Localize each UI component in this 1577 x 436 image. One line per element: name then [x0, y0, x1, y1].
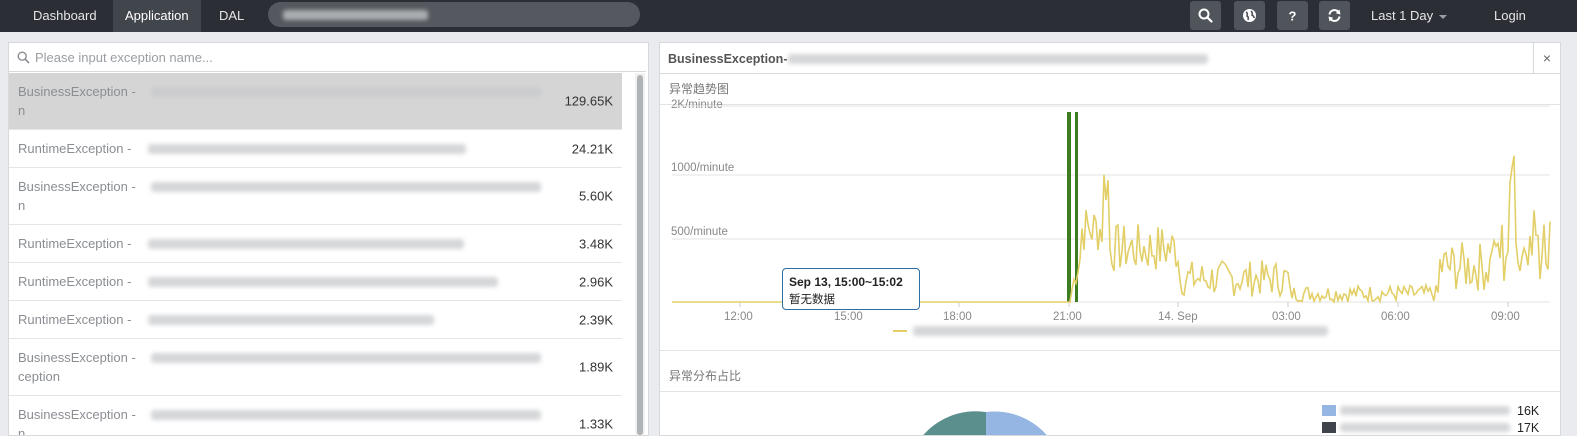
question-icon: ? — [1289, 9, 1297, 24]
time-range-label: Last 1 Day — [1371, 8, 1434, 23]
top-navbar: Dashboard Application DAL ? Last 1 Day L… — [0, 0, 1577, 32]
x-tick-label: 14. Sep — [1158, 311, 1198, 323]
search-icon — [17, 51, 30, 64]
exception-list: BusinessException - n 129.65K RuntimeExc… — [9, 73, 622, 436]
list-item[interactable]: BusinessException - ception 1.89K — [9, 339, 622, 396]
distribution-title: 异常分布占比 — [669, 369, 742, 383]
pie-slice — [986, 411, 1047, 435]
refresh-button[interactable] — [1319, 1, 1350, 30]
legend-value: 17K — [1517, 421, 1540, 435]
legend-value: 16K — [1517, 404, 1540, 418]
nav-dashboard[interactable]: Dashboard — [21, 0, 109, 32]
tooltip-time: Sep 13, 15:00~15:02 — [789, 275, 903, 289]
search-button[interactable] — [1190, 1, 1221, 30]
refresh-icon — [1328, 9, 1341, 22]
search-icon — [1198, 8, 1213, 23]
exception-count: 2.96K — [579, 274, 613, 289]
svg-text:?: ? — [1289, 9, 1297, 24]
tooltip-text: 暂无数据 — [789, 294, 835, 306]
pie-slice — [923, 411, 986, 435]
exception-name: RuntimeException - — [18, 141, 132, 156]
list-item[interactable]: RuntimeException - 3.48K — [9, 225, 622, 263]
x-tick-label: 09:00 — [1491, 311, 1520, 323]
list-item[interactable]: RuntimeException - 2.96K — [9, 263, 622, 301]
exception-name: RuntimeException - — [18, 236, 132, 251]
detail-header: BusinessException- × — [660, 43, 1560, 74]
help-button[interactable]: ? — [1277, 1, 1308, 30]
x-tick-label: 21:00 — [1053, 311, 1082, 323]
globe-button[interactable] — [1234, 1, 1265, 30]
trend-section: 异常趋势图 2K/minute 1000/minute 500/minute 1… — [660, 74, 1560, 351]
legend-swatch — [1322, 405, 1336, 416]
x-tick-label: 18:00 — [943, 311, 972, 323]
login-link[interactable]: Login — [1494, 0, 1526, 32]
exception-name-wrap: n — [18, 198, 26, 213]
list-item[interactable]: BusinessException - n 5.60K — [9, 168, 622, 225]
event-marker — [1067, 112, 1071, 302]
exception-name-wrap: ception — [18, 369, 60, 384]
x-tick-label: 03:00 — [1272, 311, 1301, 323]
exception-search — [9, 43, 646, 72]
chart-tooltip: Sep 13, 15:00~15:02 暂无数据 — [782, 268, 920, 310]
nav-application[interactable]: Application — [113, 0, 201, 32]
exception-count: 3.48K — [579, 236, 613, 251]
exception-name: BusinessException - — [18, 84, 136, 99]
legend-line-icon — [893, 330, 907, 332]
globe-icon — [1243, 9, 1256, 22]
exception-count: 1.89K — [579, 359, 613, 375]
caret-down-icon — [1439, 14, 1448, 19]
exception-count: 129.65K — [564, 93, 613, 109]
exception-list-panel: BusinessException - n 129.65K RuntimeExc… — [8, 42, 649, 436]
list-item[interactable]: BusinessException - n 1.33K — [9, 396, 622, 436]
exception-count: 1.33K — [579, 416, 613, 432]
close-button[interactable]: × — [1533, 43, 1560, 73]
exception-count: 2.39K — [579, 312, 613, 327]
exception-name: BusinessException - — [18, 350, 136, 365]
pie-chart — [923, 411, 1047, 435]
exception-search-input[interactable] — [35, 47, 635, 67]
nav-dal[interactable]: DAL — [207, 0, 256, 32]
list-item[interactable]: RuntimeException - 2.39K — [9, 301, 622, 339]
exception-name: RuntimeException - — [18, 312, 132, 327]
exception-name: BusinessException - — [18, 407, 136, 422]
x-tick-label: 12:00 — [724, 311, 753, 323]
list-item[interactable]: BusinessException - n 129.65K — [9, 73, 622, 130]
top-search-input[interactable] — [268, 2, 640, 27]
scrollbar-thumb[interactable] — [637, 75, 643, 435]
exception-count: 24.21K — [571, 141, 613, 156]
exception-name: BusinessException - — [18, 179, 136, 194]
exception-name: RuntimeException - — [18, 274, 132, 289]
time-range-dropdown[interactable]: Last 1 Day — [1371, 0, 1448, 32]
detail-title: BusinessException- — [668, 52, 788, 66]
legend-swatch — [1322, 422, 1336, 433]
exception-name-wrap: n — [18, 426, 26, 436]
exception-name-wrap: n — [18, 103, 26, 118]
distribution-section: 异常分布占比 16K 17K — [660, 361, 1560, 435]
list-item[interactable]: RuntimeException - 24.21K — [9, 130, 622, 168]
exception-detail-panel: BusinessException- × 异常趋势图 2K/minute 100… — [659, 42, 1561, 436]
exception-count: 5.60K — [579, 188, 613, 204]
x-tick-label: 15:00 — [834, 311, 863, 323]
x-tick-label: 06:00 — [1381, 311, 1410, 323]
